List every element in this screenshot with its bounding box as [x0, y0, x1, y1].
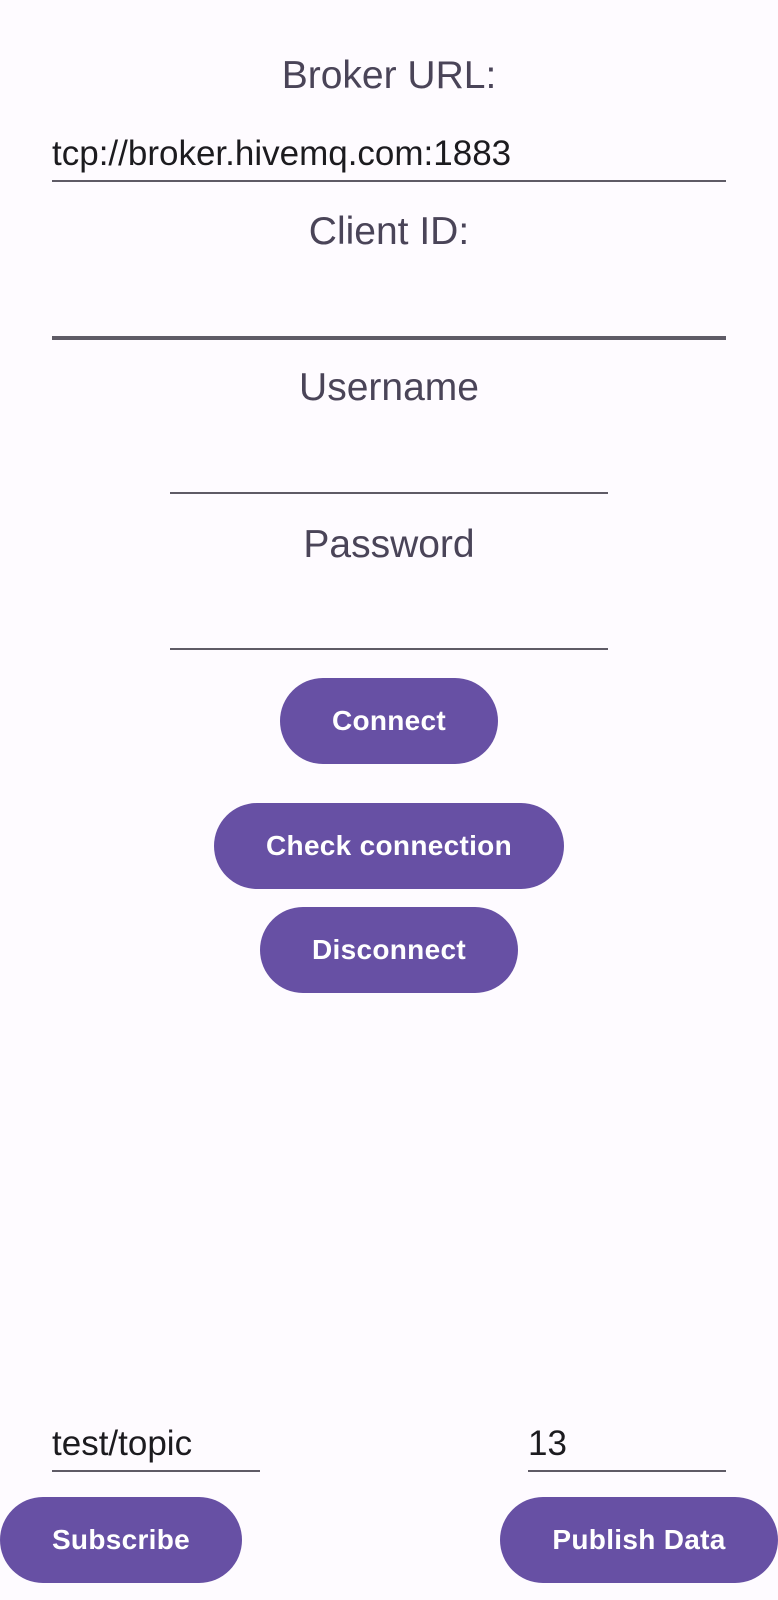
connect-button[interactable]: Connect [280, 678, 498, 764]
check-connection-button[interactable]: Check connection [214, 803, 564, 889]
topic-input[interactable] [52, 1424, 260, 1464]
client-id-input[interactable] [52, 290, 726, 330]
broker-url-field[interactable] [52, 120, 726, 182]
password-input[interactable] [170, 602, 608, 642]
payload-field[interactable] [528, 1404, 726, 1472]
username-input[interactable] [170, 446, 608, 486]
disconnect-button[interactable]: Disconnect [260, 907, 518, 993]
payload-input[interactable] [528, 1424, 726, 1464]
subscribe-button[interactable]: Subscribe [0, 1497, 242, 1583]
client-id-label: Client ID: [308, 210, 470, 253]
publish-data-button[interactable]: Publish Data [500, 1497, 778, 1583]
broker-url-label: Broker URL: [281, 54, 497, 97]
broker-url-input[interactable] [52, 134, 726, 174]
username-field[interactable] [170, 430, 608, 494]
username-label: Username [299, 366, 479, 409]
client-id-field[interactable] [52, 276, 726, 340]
topic-field[interactable] [52, 1404, 260, 1472]
password-label: Password [303, 523, 475, 566]
password-field[interactable] [170, 586, 608, 650]
